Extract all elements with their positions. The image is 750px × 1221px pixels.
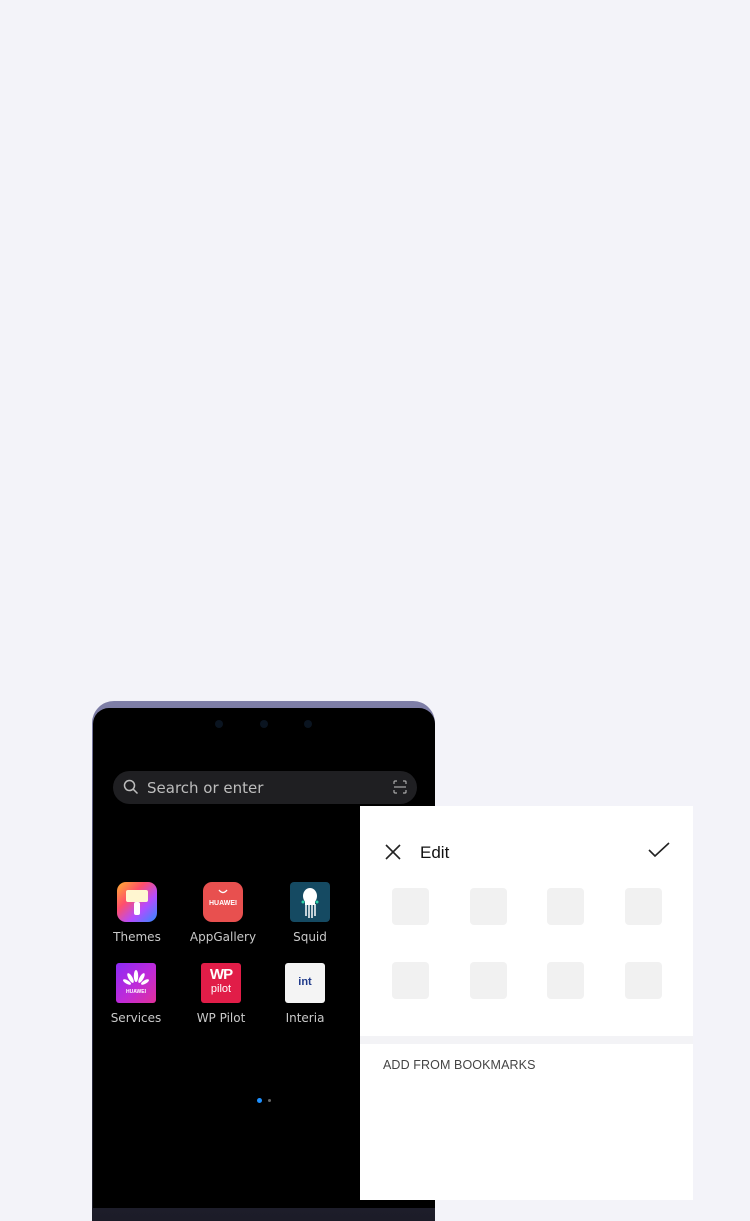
- appgallery-icon: HUAWEI: [203, 882, 243, 922]
- page-dot-active[interactable]: [257, 1098, 262, 1103]
- app-services[interactable]: HUAWEI Services: [96, 963, 176, 1025]
- scan-icon[interactable]: [393, 780, 407, 794]
- edit-panel: Edit ADD FROM BOOKMARKS: [360, 806, 693, 1200]
- shortcut-placeholder: [392, 888, 429, 925]
- shortcut-placeholder: [625, 962, 662, 999]
- shortcut-placeholder: [547, 888, 584, 925]
- check-icon[interactable]: [648, 841, 670, 859]
- shortcut-placeholder: [470, 962, 507, 999]
- camera-dot: [260, 720, 268, 728]
- close-icon[interactable]: [384, 843, 402, 861]
- section-divider: [360, 1036, 693, 1044]
- app-wp-pilot[interactable]: WP pilot WP Pilot: [181, 963, 261, 1025]
- app-squid[interactable]: Squid: [270, 882, 350, 944]
- interia-icon: int: [285, 963, 325, 1003]
- shortcut-placeholder: [392, 962, 429, 999]
- wp-pilot-icon: WP pilot: [201, 963, 241, 1003]
- app-appgallery[interactable]: HUAWEI AppGallery: [183, 882, 263, 944]
- search-icon: [123, 779, 139, 795]
- shortcut-placeholder: [470, 888, 507, 925]
- app-interia[interactable]: int Interia: [265, 963, 345, 1025]
- page-dot[interactable]: [268, 1099, 271, 1102]
- sensor-dot: [304, 720, 312, 728]
- sensor-dot: [215, 720, 223, 728]
- search-placeholder: Search or enter: [147, 779, 264, 797]
- shortcut-placeholder: [547, 962, 584, 999]
- search-bar[interactable]: Search or enter: [113, 771, 417, 804]
- add-from-bookmarks-label[interactable]: ADD FROM BOOKMARKS: [383, 1058, 536, 1072]
- squid-icon: [290, 882, 330, 922]
- app-themes[interactable]: Themes: [97, 882, 177, 944]
- themes-icon: [117, 882, 157, 922]
- panel-title: Edit: [420, 843, 450, 862]
- services-icon: HUAWEI: [116, 963, 156, 1003]
- shortcut-placeholder: [625, 888, 662, 925]
